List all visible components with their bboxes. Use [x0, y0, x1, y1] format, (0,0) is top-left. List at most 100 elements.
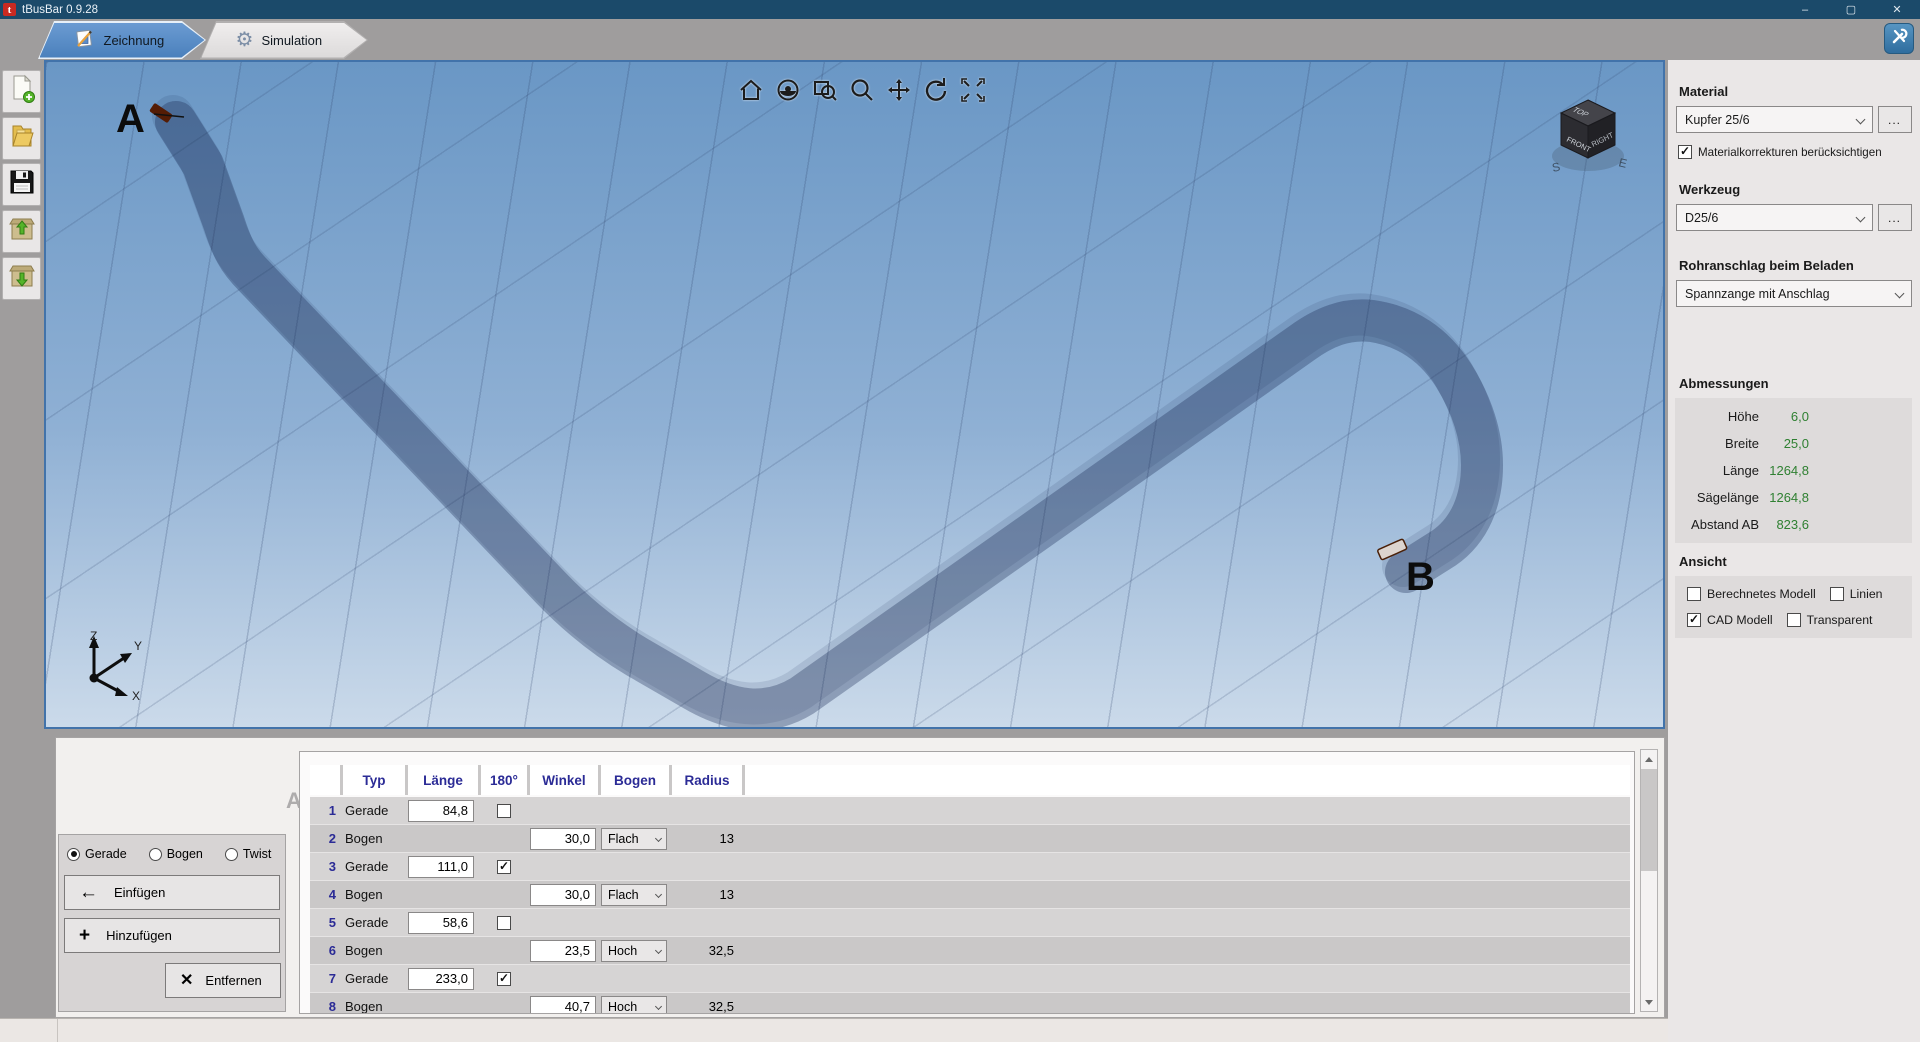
cad-model-checkbox[interactable] [1687, 613, 1701, 627]
tool-more-button[interactable]: ... [1878, 204, 1912, 231]
row-number: 7 [310, 965, 340, 992]
tube-stop-section-label: Rohranschlag beim Beladen [1679, 258, 1854, 273]
fit-view-icon[interactable] [959, 76, 987, 104]
segment-type: Bogen [343, 825, 405, 852]
row-number: 8 [310, 993, 340, 1014]
viewport-toolbar [717, 76, 1007, 104]
box-arrow-down-icon [7, 260, 37, 297]
bend-orientation-select[interactable]: Hoch [601, 940, 667, 962]
material-corrections-checkbox[interactable] [1678, 145, 1692, 159]
rotate-icon[interactable] [922, 76, 950, 104]
new-document-icon [7, 73, 37, 110]
tool-section-label: Werkzeug [1679, 182, 1740, 197]
pan-icon[interactable] [885, 76, 913, 104]
add-button[interactable]: + Hinzufügen [64, 918, 280, 953]
180-checkbox[interactable] [497, 860, 511, 874]
gear-icon: ⚙ [236, 30, 254, 50]
material-value: Kupfer 25/6 [1685, 113, 1750, 127]
zoom-icon[interactable] [848, 76, 876, 104]
bend-orientation-select[interactable]: Flach [601, 884, 667, 906]
row-number: 1 [310, 797, 340, 824]
app-logo-icon: t [3, 3, 16, 16]
bend-orientation-select[interactable]: Flach [601, 828, 667, 850]
segment-editor-panel: Gerade Bogen Twist ← Einfügen + Hinzufüg… [55, 737, 1665, 1018]
orbit-view-icon[interactable] [774, 76, 802, 104]
axis-z-label: Z [90, 630, 97, 643]
segment-type: Gerade [343, 965, 405, 992]
lines-checkbox[interactable] [1830, 587, 1844, 601]
save-button[interactable] [2, 163, 41, 206]
material-section-label: Material [1679, 84, 1728, 99]
length-input[interactable] [408, 800, 474, 822]
scroll-down-button[interactable] [1641, 993, 1657, 1011]
dimensions-section-label: Abmessungen [1679, 376, 1769, 391]
angle-input[interactable] [530, 828, 596, 850]
length-input[interactable] [408, 856, 474, 878]
drawing-icon [74, 28, 96, 53]
180-checkbox[interactable] [497, 804, 511, 818]
table-scrollbar[interactable] [1640, 749, 1658, 1012]
angle-input[interactable] [530, 996, 596, 1015]
lines-label: Linien [1850, 587, 1883, 601]
close-button[interactable]: ✕ [1874, 0, 1920, 19]
transparent-checkbox[interactable] [1787, 613, 1801, 627]
radio-gerade[interactable]: Gerade [67, 847, 127, 861]
insert-button[interactable]: ← Einfügen [64, 875, 280, 910]
length-input[interactable] [408, 968, 474, 990]
application-window: t tBusBar 0.9.28 – ▢ ✕ Zeichnung [0, 0, 1920, 1042]
computed-model-checkbox[interactable] [1687, 587, 1701, 601]
home-view-icon[interactable] [737, 76, 765, 104]
header-bogen: Bogen [601, 765, 669, 795]
material-select[interactable]: Kupfer 25/6 [1676, 106, 1873, 133]
new-file-button[interactable] [2, 70, 41, 113]
wrench-screwdriver-icon [1889, 26, 1909, 51]
tab-label: Simulation [261, 33, 322, 48]
cad-model-label: CAD Modell [1707, 613, 1773, 627]
x-icon: ✕ [180, 973, 193, 989]
segment-row-1: 1Gerade [310, 797, 1630, 825]
remove-button[interactable]: ✕ Entfernen [165, 963, 281, 998]
angle-input[interactable] [530, 940, 596, 962]
tab-simulation[interactable]: ⚙ Simulation [200, 21, 368, 59]
header-180: 180° [481, 765, 527, 795]
properties-sidebar: Material Kupfer 25/6 ... Materialkorrekt… [1668, 60, 1920, 1042]
minimize-button[interactable]: – [1782, 0, 1828, 19]
dimension-row: Abstand AB 823,6 [1675, 511, 1912, 538]
export-button[interactable] [2, 210, 41, 253]
folder-icon [7, 120, 37, 157]
radio-twist[interactable]: Twist [225, 847, 271, 861]
180-checkbox[interactable] [497, 916, 511, 930]
transparent-label: Transparent [1807, 613, 1873, 627]
segment-row-7: 7Gerade [310, 965, 1630, 993]
settings-tools-button[interactable] [1884, 23, 1914, 54]
length-input[interactable] [408, 912, 474, 934]
segment-table: Typ Länge 180° Winkel Bogen Radius 1Gera… [299, 751, 1635, 1014]
bend-orientation-select[interactable]: Hoch [601, 996, 667, 1015]
tab-zeichnung[interactable]: Zeichnung [38, 21, 206, 59]
maximize-button[interactable]: ▢ [1828, 0, 1874, 19]
zoom-window-icon[interactable] [811, 76, 839, 104]
navigation-cube[interactable]: S E TOP FRONT RIGHT [1545, 92, 1631, 189]
segment-table-header: Typ Länge 180° Winkel Bogen Radius [310, 765, 1630, 795]
chevron-down-icon [655, 835, 662, 842]
chevron-down-icon [655, 891, 662, 898]
header-winkel: Winkel [530, 765, 598, 795]
header-typ: Typ [343, 765, 405, 795]
import-button[interactable] [2, 257, 41, 300]
dimension-row: Höhe 6,0 [1675, 403, 1912, 430]
chevron-down-icon [1895, 289, 1905, 299]
segment-type: Bogen [343, 993, 405, 1014]
scroll-up-button[interactable] [1641, 750, 1657, 768]
180-checkbox[interactable] [497, 972, 511, 986]
angle-input[interactable] [530, 884, 596, 906]
material-more-button[interactable]: ... [1878, 106, 1912, 133]
chevron-down-icon [1856, 115, 1866, 125]
tool-select[interactable]: D25/6 [1676, 204, 1873, 231]
open-file-button[interactable] [2, 117, 41, 160]
tube-stop-select[interactable]: Spannzange mit Anschlag [1676, 280, 1912, 307]
radio-bogen[interactable]: Bogen [149, 847, 203, 861]
dimensions-panel: Höhe 6,0 Breite 25,0 Länge 1264,8 Sägelä… [1675, 398, 1912, 543]
chevron-down-icon [655, 947, 662, 954]
scrollbar-thumb[interactable] [1641, 769, 1657, 871]
3d-viewport[interactable]: A B [44, 60, 1665, 729]
